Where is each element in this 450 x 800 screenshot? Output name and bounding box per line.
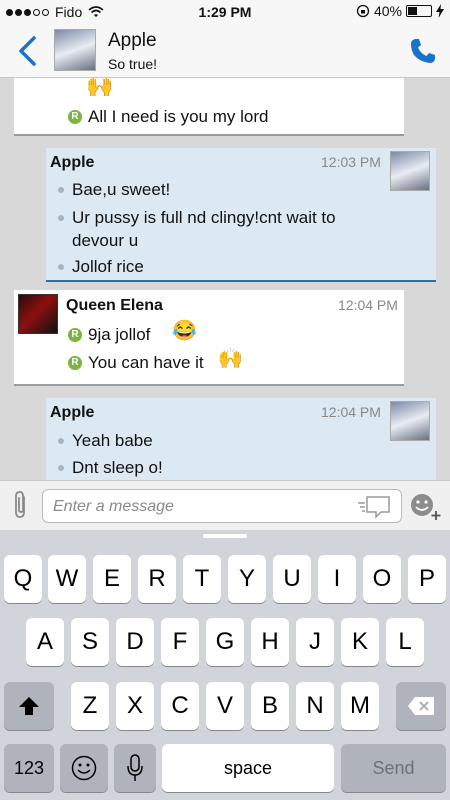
shift-arrow-icon [19, 697, 39, 715]
message-bubble: Queen Elena 12:04 PM R 9ja jollof 😂 R Yo… [14, 290, 404, 386]
phone-icon[interactable] [408, 36, 438, 66]
battery-fill [408, 7, 417, 15]
key-j[interactable]: J [296, 618, 334, 666]
message-sender: Apple [50, 404, 95, 421]
dictation-key[interactable] [114, 744, 156, 792]
keyboard-grip[interactable] [203, 534, 247, 538]
smiley-icon [71, 755, 97, 781]
read-receipt-icon: R [68, 110, 82, 124]
contact-status: So true! [108, 56, 158, 72]
contact-avatar[interactable] [54, 29, 96, 71]
sender-avatar[interactable] [18, 294, 58, 334]
message-text: You can have it [88, 353, 204, 372]
shift-key[interactable] [4, 682, 54, 730]
key-q[interactable]: Q [4, 555, 42, 603]
chevron-left-icon[interactable] [14, 34, 42, 68]
message-bullet [58, 187, 64, 193]
message-time: 12:04 PM [321, 404, 381, 420]
message-bubble: 🙌 R All I need is you my lord [14, 78, 404, 136]
composer-bar [0, 480, 450, 530]
key-e[interactable]: E [93, 555, 131, 603]
key-v[interactable]: V [206, 682, 244, 730]
space-key[interactable]: space [162, 744, 334, 792]
read-receipt-icon: R [68, 356, 82, 370]
message-text: Bae,u sweet! [72, 180, 171, 199]
key-g[interactable]: G [206, 618, 244, 666]
message-bubble-own: Apple 12:04 PM Yeah babe Dnt sleep o! [46, 398, 436, 480]
chat-header: Apple So true! [0, 24, 450, 78]
message-input-field[interactable] [42, 489, 402, 523]
message-text: Jollof rice [72, 257, 144, 276]
charging-icon [436, 4, 444, 18]
emoji-key[interactable] [60, 744, 108, 792]
key-h[interactable]: H [251, 618, 289, 666]
key-c[interactable]: C [161, 682, 199, 730]
key-m[interactable]: M [341, 682, 379, 730]
key-i[interactable]: I [318, 555, 356, 603]
message-text: Ur pussy is full nd clingy!cnt wait to [72, 208, 336, 227]
rotation-lock-icon [356, 4, 370, 18]
key-z[interactable]: Z [71, 682, 109, 730]
numbers-key[interactable]: 123 [4, 744, 54, 792]
key-p[interactable]: P [408, 555, 446, 603]
key-y[interactable]: Y [228, 555, 266, 603]
key-f[interactable]: F [161, 618, 199, 666]
message-bullet [58, 264, 64, 270]
key-u[interactable]: U [273, 555, 311, 603]
microphone-icon [127, 754, 143, 781]
sender-avatar[interactable] [390, 401, 430, 441]
battery-icon [406, 5, 432, 17]
key-d[interactable]: D [116, 618, 154, 666]
message-time: 12:04 PM [338, 297, 398, 313]
message-text: devour u [72, 231, 139, 250]
message-text: Yeah babe [72, 431, 153, 450]
message-time: 12:03 PM [321, 154, 381, 170]
keyboard: Q W E R T Y U I O P A S D F G H J K L Z … [0, 530, 450, 800]
message-bullet [58, 465, 64, 471]
add-emoji-icon[interactable] [408, 491, 442, 521]
send-key[interactable]: Send [341, 744, 446, 792]
battery-percent: 40% [373, 3, 402, 19]
speech-bubble-icon[interactable] [357, 495, 391, 519]
message-bullet [58, 215, 64, 221]
paperclip-icon[interactable] [10, 489, 32, 521]
message-bullet [58, 438, 64, 444]
message-bubble-own: Apple 12:03 PM Bae,u sweet! Ur pussy is … [46, 148, 436, 282]
key-x[interactable]: X [116, 682, 154, 730]
key-w[interactable]: W [48, 555, 86, 603]
key-l[interactable]: L [386, 618, 424, 666]
backspace-icon [408, 697, 434, 715]
message-text: Dnt sleep o! [72, 458, 163, 477]
laughing-emoji: 😂 [172, 320, 197, 342]
key-t[interactable]: T [183, 555, 221, 603]
raised-hands-emoji: 🙌 [218, 348, 243, 370]
message-text: All I need is you my lord [88, 107, 269, 126]
message-text: 9ja jollof [88, 325, 151, 344]
key-o[interactable]: O [363, 555, 401, 603]
status-right: 40% [356, 3, 444, 19]
key-a[interactable]: A [26, 618, 64, 666]
key-n[interactable]: N [296, 682, 334, 730]
message-list[interactable]: 🙌 R All I need is you my lord Apple 12:0… [0, 78, 450, 480]
key-s[interactable]: S [71, 618, 109, 666]
key-b[interactable]: B [251, 682, 289, 730]
sender-avatar[interactable] [390, 151, 430, 191]
backspace-key[interactable] [396, 682, 446, 730]
key-k[interactable]: K [341, 618, 379, 666]
message-sender: Queen Elena [66, 297, 163, 314]
message-sender: Apple [50, 154, 95, 171]
message-input[interactable] [53, 496, 343, 518]
key-r[interactable]: R [138, 555, 176, 603]
contact-name[interactable]: Apple [108, 30, 157, 52]
message-emoji: 🙌 [86, 78, 114, 98]
read-receipt-icon: R [68, 328, 82, 342]
status-bar: Fido 1:29 PM 40% [0, 0, 450, 24]
